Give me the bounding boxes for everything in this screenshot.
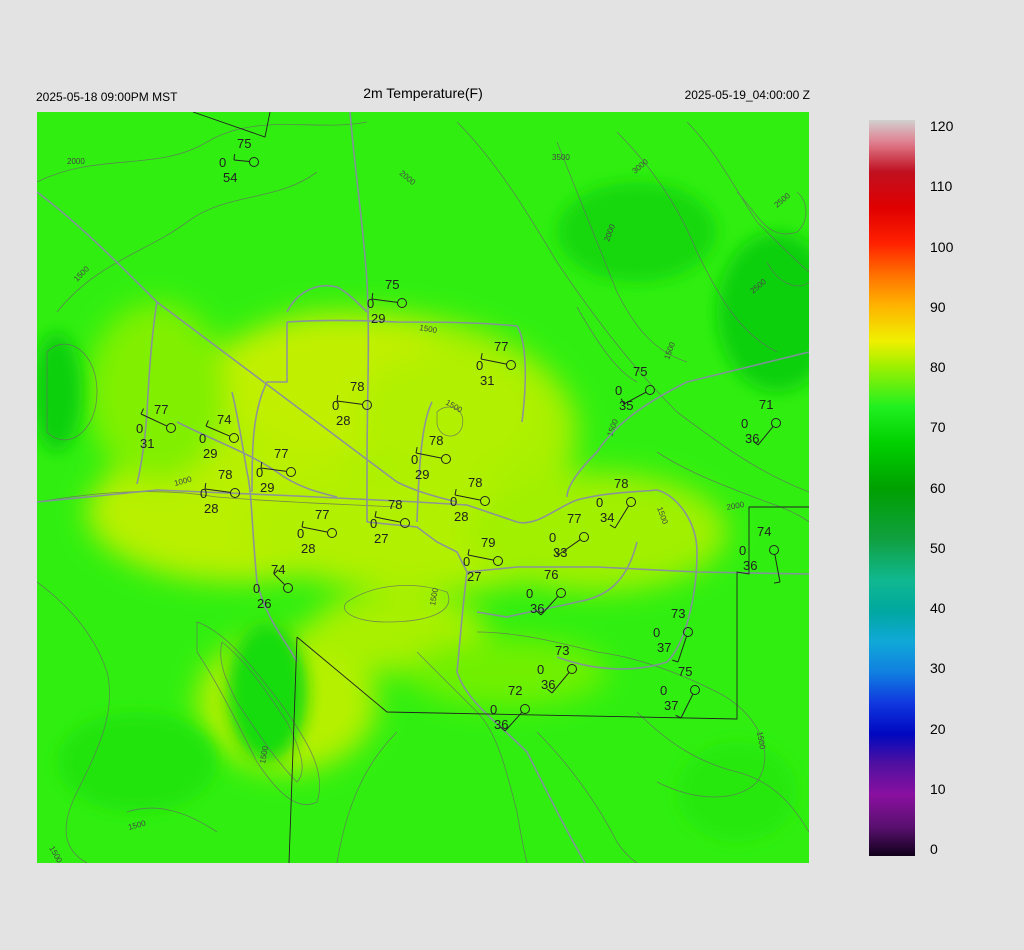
station-wind-speed: 0 (297, 526, 304, 541)
station-wind-speed: 0 (615, 383, 622, 398)
station-dewpoint: 36 (745, 431, 759, 446)
station-temperature: 75 (678, 664, 692, 679)
station-temperature: 77 (274, 446, 288, 461)
colorbar-tick-label: 0 (930, 841, 938, 857)
colorbar-tick-label: 40 (930, 600, 946, 616)
station-temperature: 75 (633, 364, 647, 379)
station-wind-speed: 0 (537, 662, 544, 677)
station-dewpoint: 31 (140, 436, 154, 451)
colorbar-tick-label: 60 (930, 479, 946, 496)
station-wind-speed: 0 (526, 586, 533, 601)
station-wind-speed: 0 (256, 465, 263, 480)
station-wind-speed: 0 (332, 398, 339, 413)
contour-label: 2000 (67, 157, 85, 166)
station-temperature: 78 (429, 433, 443, 448)
station-dewpoint: 27 (374, 531, 388, 546)
station-dewpoint: 36 (530, 601, 544, 616)
station-wind-speed: 0 (463, 554, 470, 569)
colorbar-tick-label: 10 (930, 780, 946, 797)
station-wind-speed: 0 (450, 494, 457, 509)
station-wind-speed: 0 (490, 702, 497, 717)
colorbar-tick-label: 90 (930, 298, 946, 315)
colorbar-tick-label: 70 (930, 419, 946, 436)
station-dewpoint: 37 (664, 698, 678, 713)
station-dewpoint: 37 (657, 640, 671, 655)
station-temperature: 77 (494, 339, 508, 354)
station-temperature: 78 (614, 476, 628, 491)
station-wind-speed: 0 (370, 516, 377, 531)
station-dewpoint: 34 (600, 510, 614, 525)
station-dewpoint: 35 (619, 398, 633, 413)
colorbar-tick-label: 120 (930, 118, 954, 134)
station-dewpoint: 29 (203, 446, 217, 461)
station-dewpoint: 29 (260, 480, 274, 495)
station-wind-speed: 0 (136, 421, 143, 436)
station-dewpoint: 28 (301, 541, 315, 556)
station-wind-speed: 0 (199, 431, 206, 446)
station-wind-speed: 0 (219, 155, 226, 170)
temperature-colorbar (869, 120, 915, 856)
station-temperature: 77 (154, 402, 168, 417)
colorbar-tick-label: 30 (930, 660, 946, 677)
station-wind-speed: 0 (476, 358, 483, 373)
station-temperature: 74 (271, 562, 285, 577)
station-dewpoint: 28 (454, 509, 468, 524)
station-temperature: 74 (757, 524, 771, 539)
station-temperature: 77 (567, 511, 581, 526)
station-temperature: 74 (217, 412, 231, 427)
station-temperature: 78 (468, 475, 482, 490)
station-dewpoint: 36 (494, 717, 508, 732)
station-dewpoint: 26 (257, 596, 271, 611)
valid-time-label: 2025-05-19_04:00:00 Z (684, 88, 810, 102)
station-dewpoint: 28 (204, 501, 218, 516)
colorbar-tick-label: 20 (930, 720, 946, 737)
station-temperature: 78 (388, 497, 402, 512)
station-temperature: 71 (759, 397, 773, 412)
station-wind-speed: 0 (660, 683, 667, 698)
station-wind-speed: 0 (596, 495, 603, 510)
contour-label: 3500 (552, 153, 570, 162)
station-temperature: 79 (481, 535, 495, 550)
colorbar-tick-label: 80 (930, 359, 946, 375)
station-dewpoint: 33 (553, 545, 567, 560)
station-temperature: 78 (350, 379, 364, 394)
station-wind-speed: 0 (253, 581, 260, 596)
station-dewpoint: 36 (541, 677, 555, 692)
station-wind-speed: 0 (367, 296, 374, 311)
station-wind-speed: 0 (411, 452, 418, 467)
station-wind-speed: 0 (739, 543, 746, 558)
colorbar-tick-label: 110 (930, 178, 953, 195)
colorbar-gradient (869, 120, 915, 856)
station-temperature: 75 (237, 136, 251, 151)
station-temperature: 78 (218, 467, 232, 482)
station-dewpoint: 36 (743, 558, 757, 573)
station-temperature: 75 (385, 277, 399, 292)
colorbar-tick-label: 100 (930, 238, 954, 255)
station-dewpoint: 54 (223, 170, 237, 185)
temperature-map: 2000 2000 3500 3000 2500 2500 2000 1500 … (37, 112, 809, 863)
wind-barb-tick (233, 153, 236, 161)
station-temperature: 76 (544, 567, 558, 582)
station-temperature: 73 (555, 643, 569, 658)
station-dewpoint: 29 (415, 467, 429, 482)
station-dewpoint: 27 (467, 569, 481, 584)
station-wind-speed: 0 (200, 486, 207, 501)
station-temperature: 73 (671, 606, 685, 621)
station-temperature: 77 (315, 507, 329, 522)
station-wind-speed: 0 (653, 625, 660, 640)
station-temperature: 72 (508, 683, 522, 698)
station-wind-speed: 0 (549, 530, 556, 545)
station-dewpoint: 31 (480, 373, 494, 388)
colorbar-tick-label: 50 (930, 539, 946, 556)
station-wind-speed: 0 (741, 416, 748, 431)
station-dewpoint: 29 (371, 311, 385, 326)
station-dewpoint: 28 (336, 413, 350, 428)
